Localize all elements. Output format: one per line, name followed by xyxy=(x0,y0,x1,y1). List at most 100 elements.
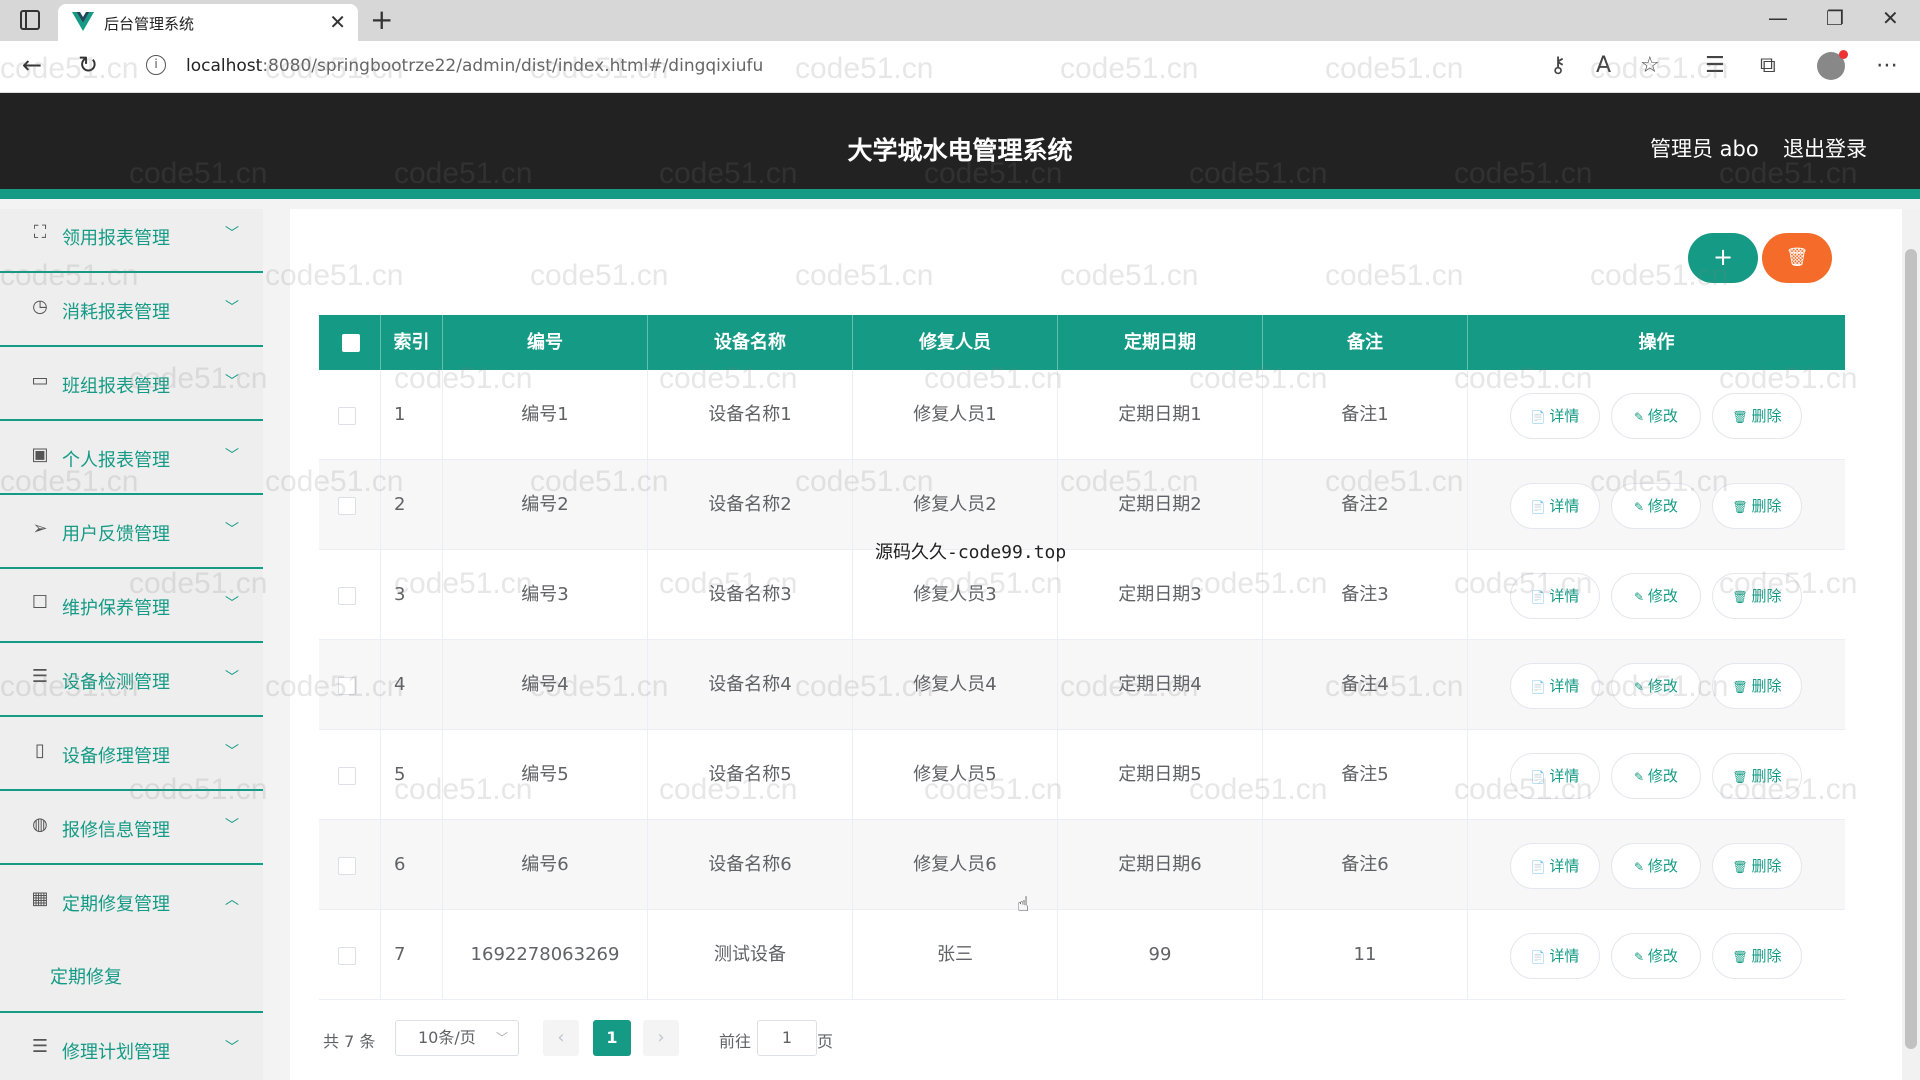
delete-button[interactable]: 🗑 删除 xyxy=(1712,933,1802,979)
cell-repair-person: 张三 xyxy=(853,910,1058,1000)
chevron-down-icon: ﹀ xyxy=(495,1031,508,1045)
prev-page-button[interactable]: ‹ xyxy=(543,1020,579,1056)
delete-button[interactable]: 🗑 删除 xyxy=(1712,843,1802,889)
scrollbar-thumb[interactable] xyxy=(1905,249,1917,1049)
grid-icon: ▦ xyxy=(31,888,49,909)
action-label: 详情 xyxy=(1549,497,1580,515)
row-checkbox[interactable] xyxy=(338,677,356,695)
delete-button[interactable]: 🗑 删除 xyxy=(1712,753,1802,799)
sidebar-item-personal-report[interactable]: ▣ 个人报表管理 ﹀ xyxy=(0,421,263,495)
edit-button[interactable]: ✎ 修改 xyxy=(1611,663,1701,709)
sidebar-item-maintenance[interactable]: ☐ 维护保养管理 ﹀ xyxy=(0,569,263,643)
trash-icon: 🗑 xyxy=(1785,247,1809,268)
cell-note: 备注6 xyxy=(1263,820,1468,910)
cell-select xyxy=(319,640,381,730)
sidebar-item-repair[interactable]: ▯ 设备修理管理 ﹀ xyxy=(0,717,263,791)
cell-repair-person: 修复人员2 xyxy=(853,460,1058,550)
delete-button[interactable]: 🗑 删除 xyxy=(1712,573,1802,619)
detail-button[interactable]: 📄 详情 xyxy=(1510,933,1600,979)
sidebar-item-feedback[interactable]: ➢ 用户反馈管理 ﹀ xyxy=(0,495,263,569)
page-size-select[interactable]: 10条/页 ﹀ xyxy=(395,1020,519,1056)
action-label: 修改 xyxy=(1647,857,1678,875)
next-page-button[interactable]: › xyxy=(643,1020,679,1056)
row-checkbox[interactable] xyxy=(338,857,356,875)
sidebar-item-consumption-report[interactable]: ◷ 消耗报表管理 ﹀ xyxy=(0,273,263,347)
page-scrollbar[interactable] xyxy=(1902,209,1920,1080)
action-label: 删除 xyxy=(1751,947,1782,965)
new-tab-icon[interactable]: + xyxy=(370,4,393,36)
row-checkbox[interactable] xyxy=(338,587,356,605)
detail-button[interactable]: 📄 详情 xyxy=(1510,753,1600,799)
url-field[interactable]: localhost:8080/springbootrze22/admin/dis… xyxy=(186,56,763,76)
detail-button[interactable]: 📄 详情 xyxy=(1510,573,1600,619)
more-icon[interactable]: ⋯ xyxy=(1876,53,1898,78)
overlay-watermark-text: 源码久久-code99.top xyxy=(875,542,1067,563)
sidebar-item-usage-report[interactable]: ⛶ 领用报表管理 ﹀ xyxy=(0,209,263,273)
sidebar-item-periodic-repair[interactable]: ▦ 定期修复管理 ︿ 定期修复 xyxy=(0,865,263,1013)
chevron-down-icon: ﹀ xyxy=(225,744,239,760)
page-number-current[interactable]: 1 xyxy=(593,1020,631,1056)
edit-button[interactable]: ✎ 修改 xyxy=(1611,933,1701,979)
back-icon[interactable]: ← xyxy=(22,51,42,79)
delete-button[interactable]: 🗑 删除 xyxy=(1712,483,1802,529)
submenu-periodic-repair[interactable]: 定期修复 xyxy=(50,963,122,989)
sidebar-item-inspection[interactable]: ☰ 设备检测管理 ﹀ xyxy=(0,643,263,717)
delete-button[interactable]: 🗑 删除 xyxy=(1712,663,1802,709)
col-date: 定期日期 xyxy=(1058,315,1263,370)
chevron-down-icon: ﹀ xyxy=(225,596,239,612)
sidebar-item-team-report[interactable]: ▭ 班组报表管理 ﹀ xyxy=(0,347,263,421)
row-checkbox[interactable] xyxy=(338,947,356,965)
send-icon: ➢ xyxy=(32,518,48,539)
detail-button[interactable]: 📄 详情 xyxy=(1510,393,1600,439)
delete-button[interactable]: 🗑 删除 xyxy=(1712,393,1802,439)
clock-icon: ◷ xyxy=(32,296,48,317)
browser-tab[interactable]: 后台管理系统 ✕ xyxy=(58,4,358,41)
favorites-icon[interactable]: ☰ xyxy=(1705,53,1725,78)
edit-button[interactable]: ✎ 修改 xyxy=(1611,483,1701,529)
collections-icon[interactable]: ⧉ xyxy=(1760,53,1776,78)
sidebar-item-label: 用户反馈管理 xyxy=(62,524,170,545)
reload-icon[interactable]: ↻ xyxy=(78,51,98,79)
detail-button[interactable]: 📄 详情 xyxy=(1510,843,1600,889)
key-icon[interactable]: ⚷ xyxy=(1550,53,1566,78)
select-all-checkbox[interactable] xyxy=(342,334,360,352)
profile-avatar[interactable] xyxy=(1817,50,1848,80)
detail-button[interactable]: 📄 详情 xyxy=(1510,483,1600,529)
maximize-icon[interactable]: ❐ xyxy=(1826,6,1844,30)
cell-select xyxy=(319,460,381,550)
chevron-down-icon: ﹀ xyxy=(225,818,239,834)
logout-link[interactable]: 退出登录 xyxy=(1783,133,1867,163)
cell-device-name: 设备名称5 xyxy=(648,730,853,820)
sidebar-item-label: 修理计划管理 xyxy=(62,1042,170,1063)
tab-close-icon[interactable]: ✕ xyxy=(329,10,346,34)
edit-button[interactable]: ✎ 修改 xyxy=(1611,753,1701,799)
pencil-icon: ✎ xyxy=(1634,860,1648,874)
minimize-icon[interactable]: — xyxy=(1768,6,1788,30)
square-icon: ☐ xyxy=(31,592,49,613)
favorite-add-icon[interactable]: ☆ xyxy=(1640,53,1660,78)
cell-device-name: 设备名称1 xyxy=(648,370,853,460)
close-window-icon[interactable]: ✕ xyxy=(1882,6,1899,30)
action-label: 详情 xyxy=(1549,587,1580,605)
cell-index: 7 xyxy=(381,910,443,1000)
sidebar-item-repair-plan[interactable]: ☰ 修理计划管理 ﹀ xyxy=(0,1013,263,1080)
sidebar-item-repair-request[interactable]: ◍ 报修信息管理 ﹀ xyxy=(0,791,263,865)
edit-button[interactable]: ✎ 修改 xyxy=(1611,843,1701,889)
batch-delete-button[interactable]: 🗑 xyxy=(1762,233,1832,283)
action-label: 删除 xyxy=(1751,767,1782,785)
chevron-down-icon: ﹀ xyxy=(225,522,239,538)
row-checkbox[interactable] xyxy=(338,497,356,515)
read-aloud-icon[interactable]: A xyxy=(1596,53,1611,78)
window-menu-icon[interactable] xyxy=(20,10,40,30)
site-info-icon[interactable]: i xyxy=(146,55,166,75)
row-checkbox[interactable] xyxy=(338,767,356,785)
cell-actions: 📄 详情 ✎ 修改 🗑 删除 xyxy=(1468,550,1845,640)
add-button[interactable]: + xyxy=(1688,233,1758,283)
detail-button[interactable]: 📄 详情 xyxy=(1510,663,1600,709)
trash-icon: 🗑 xyxy=(1732,860,1752,874)
edit-button[interactable]: ✎ 修改 xyxy=(1611,393,1701,439)
row-checkbox[interactable] xyxy=(338,407,356,425)
edit-button[interactable]: ✎ 修改 xyxy=(1611,573,1701,619)
cell-code: 编号1 xyxy=(443,370,648,460)
goto-page-input[interactable]: 1 xyxy=(757,1020,817,1056)
